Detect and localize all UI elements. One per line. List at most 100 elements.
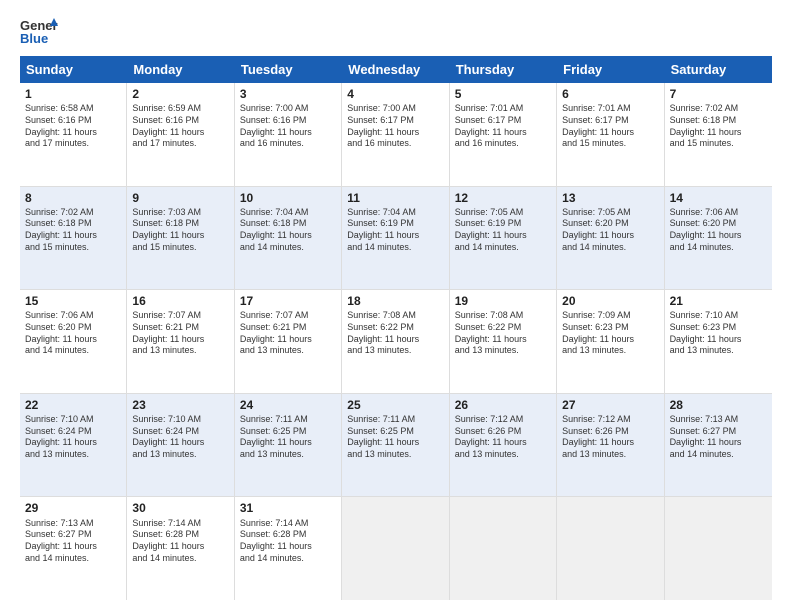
header-day-sunday: Sunday bbox=[20, 56, 127, 83]
day-number: 16 bbox=[132, 293, 228, 309]
day-info-line: and 13 minutes. bbox=[132, 345, 228, 357]
day-number: 5 bbox=[455, 86, 551, 102]
day-info-line: Sunset: 6:18 PM bbox=[670, 115, 767, 127]
day-number: 8 bbox=[25, 190, 121, 206]
day-info-line: Sunrise: 7:01 AM bbox=[562, 103, 658, 115]
day-number: 31 bbox=[240, 500, 336, 516]
day-info-line: Daylight: 11 hours bbox=[670, 230, 767, 242]
day-info-line: and 14 minutes. bbox=[455, 242, 551, 254]
day-info-line: and 15 minutes. bbox=[562, 138, 658, 150]
day-info-line: and 13 minutes. bbox=[132, 449, 228, 461]
day-info-line: and 16 minutes. bbox=[240, 138, 336, 150]
svg-text:Blue: Blue bbox=[20, 31, 48, 46]
day-info-line: and 14 minutes. bbox=[132, 553, 228, 565]
day-info-line: and 17 minutes. bbox=[25, 138, 121, 150]
day-info-line: Daylight: 11 hours bbox=[25, 334, 121, 346]
day-number: 24 bbox=[240, 397, 336, 413]
day-cell-27: 27Sunrise: 7:12 AMSunset: 6:26 PMDayligh… bbox=[557, 394, 664, 497]
day-info-line: and 14 minutes. bbox=[25, 553, 121, 565]
day-info-line: Sunset: 6:20 PM bbox=[670, 218, 767, 230]
day-info-line: Sunset: 6:20 PM bbox=[562, 218, 658, 230]
day-cell-31: 31Sunrise: 7:14 AMSunset: 6:28 PMDayligh… bbox=[235, 497, 342, 600]
day-number: 14 bbox=[670, 190, 767, 206]
day-info-line: Sunrise: 7:05 AM bbox=[455, 207, 551, 219]
day-number: 20 bbox=[562, 293, 658, 309]
day-cell-4: 4Sunrise: 7:00 AMSunset: 6:17 PMDaylight… bbox=[342, 83, 449, 186]
day-info-line: Daylight: 11 hours bbox=[562, 127, 658, 139]
day-cell-22: 22Sunrise: 7:10 AMSunset: 6:24 PMDayligh… bbox=[20, 394, 127, 497]
day-info-line: Sunset: 6:24 PM bbox=[25, 426, 121, 438]
day-cell-14: 14Sunrise: 7:06 AMSunset: 6:20 PMDayligh… bbox=[665, 187, 772, 290]
day-number: 28 bbox=[670, 397, 767, 413]
day-number: 1 bbox=[25, 86, 121, 102]
day-info-line: Sunrise: 7:10 AM bbox=[670, 310, 767, 322]
header-day-friday: Friday bbox=[557, 56, 664, 83]
day-cell-3: 3Sunrise: 7:00 AMSunset: 6:16 PMDaylight… bbox=[235, 83, 342, 186]
day-info-line: Daylight: 11 hours bbox=[455, 127, 551, 139]
day-info-line: Sunset: 6:28 PM bbox=[240, 529, 336, 541]
header-day-thursday: Thursday bbox=[450, 56, 557, 83]
day-number: 2 bbox=[132, 86, 228, 102]
empty-cell-4-3 bbox=[342, 497, 449, 600]
day-info-line: Sunset: 6:18 PM bbox=[132, 218, 228, 230]
day-info-line: Sunrise: 7:07 AM bbox=[240, 310, 336, 322]
day-cell-26: 26Sunrise: 7:12 AMSunset: 6:26 PMDayligh… bbox=[450, 394, 557, 497]
day-info-line: Sunset: 6:16 PM bbox=[25, 115, 121, 127]
day-cell-20: 20Sunrise: 7:09 AMSunset: 6:23 PMDayligh… bbox=[557, 290, 664, 393]
day-info-line: and 13 minutes. bbox=[347, 345, 443, 357]
day-number: 11 bbox=[347, 190, 443, 206]
day-info-line: Sunrise: 7:06 AM bbox=[25, 310, 121, 322]
day-info-line: Daylight: 11 hours bbox=[562, 334, 658, 346]
day-info-line: and 13 minutes. bbox=[347, 449, 443, 461]
day-info-line: and 13 minutes. bbox=[670, 345, 767, 357]
day-info-line: Sunset: 6:22 PM bbox=[455, 322, 551, 334]
page-header: General Blue bbox=[20, 16, 772, 46]
day-info-line: Sunrise: 7:13 AM bbox=[25, 518, 121, 530]
logo-icon: General Blue bbox=[20, 16, 58, 46]
day-info-line: and 14 minutes. bbox=[347, 242, 443, 254]
day-cell-29: 29Sunrise: 7:13 AMSunset: 6:27 PMDayligh… bbox=[20, 497, 127, 600]
day-info-line: Daylight: 11 hours bbox=[562, 437, 658, 449]
day-info-line: Sunrise: 7:04 AM bbox=[240, 207, 336, 219]
header-day-wednesday: Wednesday bbox=[342, 56, 449, 83]
day-info-line: Daylight: 11 hours bbox=[347, 437, 443, 449]
day-info-line: Sunrise: 7:08 AM bbox=[347, 310, 443, 322]
day-info-line: Sunrise: 7:12 AM bbox=[562, 414, 658, 426]
day-number: 6 bbox=[562, 86, 658, 102]
day-info-line: Sunrise: 7:07 AM bbox=[132, 310, 228, 322]
day-info-line: Sunrise: 7:02 AM bbox=[670, 103, 767, 115]
day-number: 29 bbox=[25, 500, 121, 516]
day-info-line: Sunset: 6:19 PM bbox=[347, 218, 443, 230]
calendar-row-4: 29Sunrise: 7:13 AMSunset: 6:27 PMDayligh… bbox=[20, 497, 772, 600]
day-info-line: Daylight: 11 hours bbox=[455, 230, 551, 242]
day-info-line: Sunrise: 7:03 AM bbox=[132, 207, 228, 219]
day-info-line: Sunset: 6:24 PM bbox=[132, 426, 228, 438]
day-number: 22 bbox=[25, 397, 121, 413]
day-info-line: Daylight: 11 hours bbox=[670, 127, 767, 139]
day-info-line: and 13 minutes. bbox=[240, 345, 336, 357]
day-info-line: Sunset: 6:26 PM bbox=[562, 426, 658, 438]
day-number: 18 bbox=[347, 293, 443, 309]
day-cell-30: 30Sunrise: 7:14 AMSunset: 6:28 PMDayligh… bbox=[127, 497, 234, 600]
day-info-line: Sunset: 6:27 PM bbox=[670, 426, 767, 438]
day-number: 9 bbox=[132, 190, 228, 206]
day-number: 3 bbox=[240, 86, 336, 102]
day-info-line: Sunset: 6:23 PM bbox=[562, 322, 658, 334]
day-info-line: Sunrise: 7:00 AM bbox=[347, 103, 443, 115]
day-info-line: Sunrise: 7:02 AM bbox=[25, 207, 121, 219]
day-info-line: Sunset: 6:25 PM bbox=[240, 426, 336, 438]
day-info-line: Daylight: 11 hours bbox=[25, 230, 121, 242]
empty-cell-4-6 bbox=[665, 497, 772, 600]
calendar-body: 1Sunrise: 6:58 AMSunset: 6:16 PMDaylight… bbox=[20, 83, 772, 600]
day-info-line: Daylight: 11 hours bbox=[132, 230, 228, 242]
day-info-line: Sunrise: 7:10 AM bbox=[25, 414, 121, 426]
day-info-line: Sunrise: 7:11 AM bbox=[240, 414, 336, 426]
day-number: 27 bbox=[562, 397, 658, 413]
day-info-line: Sunrise: 7:08 AM bbox=[455, 310, 551, 322]
day-info-line: Daylight: 11 hours bbox=[670, 437, 767, 449]
day-info-line: Daylight: 11 hours bbox=[240, 127, 336, 139]
day-info-line: and 16 minutes. bbox=[455, 138, 551, 150]
day-info-line: Sunrise: 7:04 AM bbox=[347, 207, 443, 219]
day-info-line: and 17 minutes. bbox=[132, 138, 228, 150]
day-info-line: Daylight: 11 hours bbox=[25, 541, 121, 553]
